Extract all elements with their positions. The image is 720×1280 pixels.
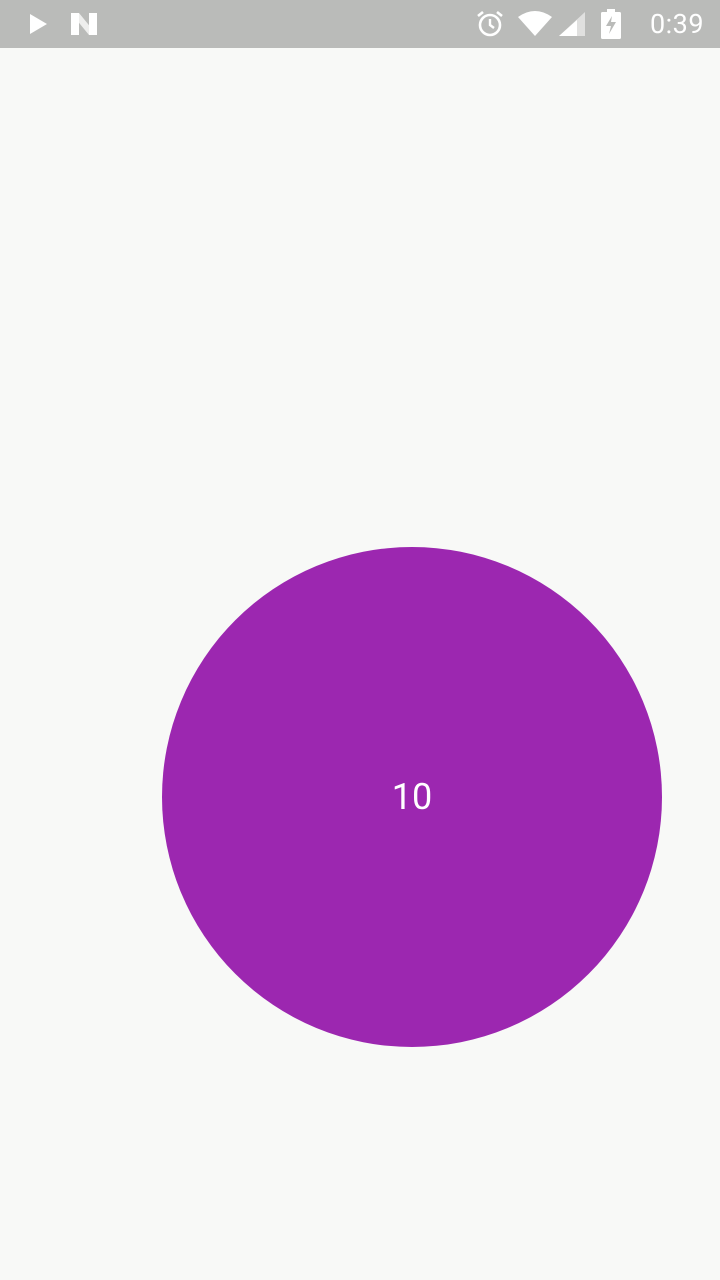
notification-n-icon (68, 0, 100, 48)
counter-value: 10 (391, 776, 433, 818)
battery-charging-icon (598, 0, 624, 48)
counter-circle[interactable]: 10 (162, 547, 662, 1047)
status-bar: 0:39 (0, 0, 720, 48)
status-bar-clock: 0:39 (649, 8, 704, 40)
play-store-icon (26, 0, 50, 48)
alarm-icon (474, 0, 506, 48)
signal-icon (556, 0, 588, 48)
wifi-icon (516, 0, 554, 48)
main-content: 10 (0, 48, 720, 1280)
